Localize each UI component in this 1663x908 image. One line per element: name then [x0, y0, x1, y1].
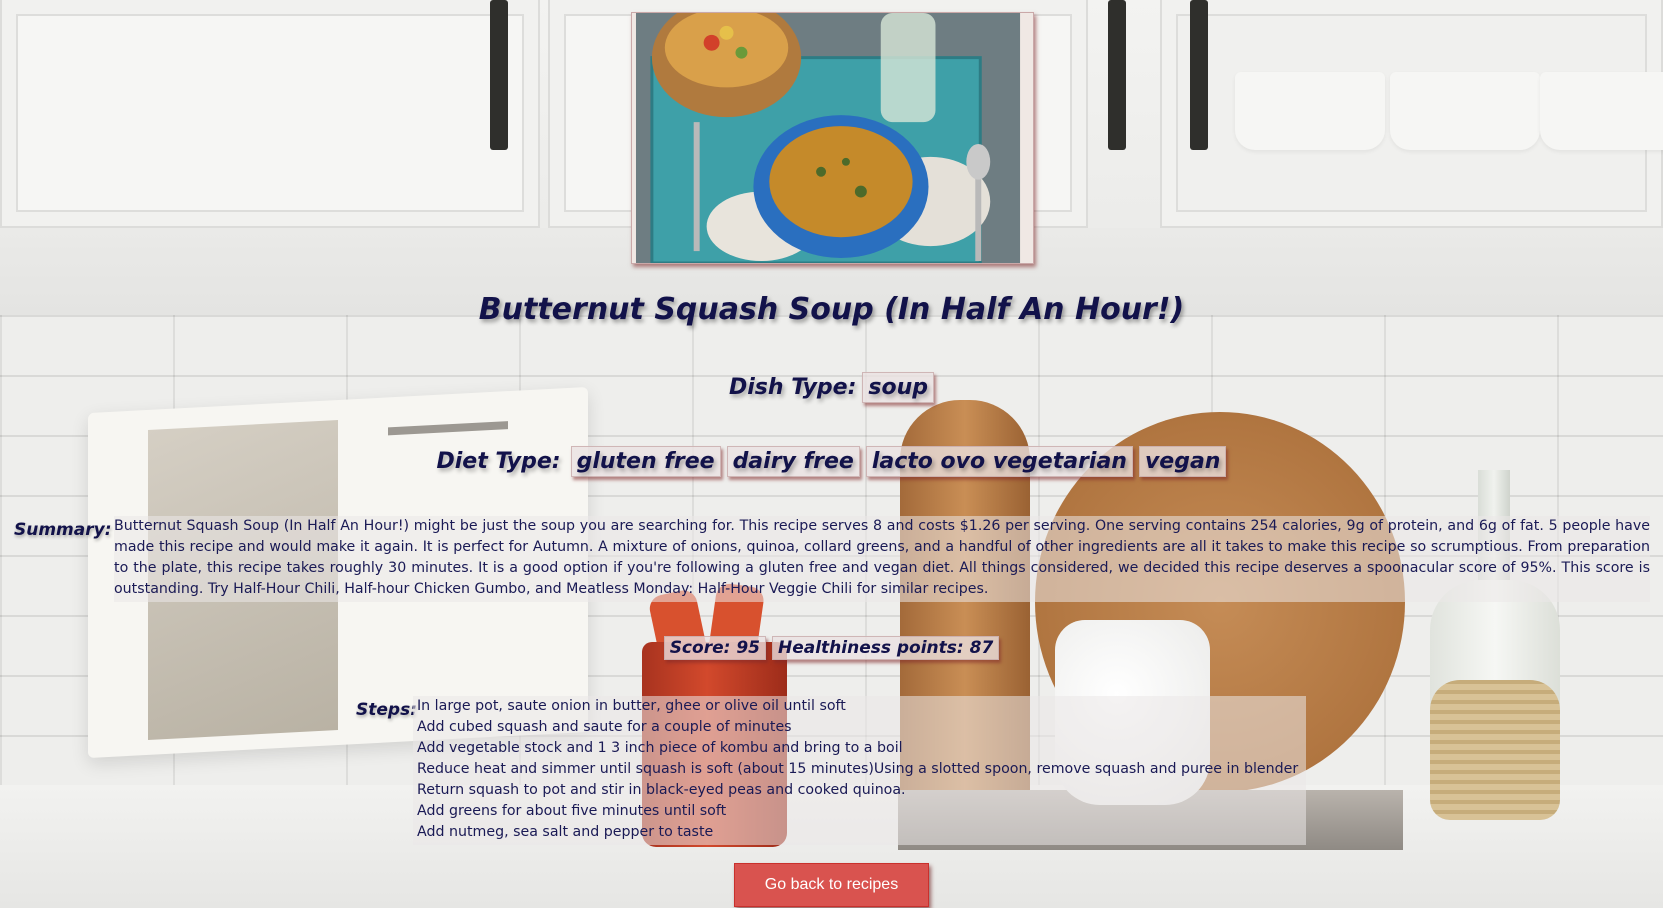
dish-type-label: Dish Type: [728, 375, 857, 400]
soup-photo [632, 13, 1033, 263]
dish-type-tag: soup [862, 372, 935, 403]
step-item: Reduce heat and simmer until squash is s… [417, 761, 1299, 777]
score-badge: Score: 95 [663, 636, 766, 660]
back-to-recipes-button[interactable]: Go back to recipes [734, 863, 929, 907]
recipe-detail: Butternut Squash Soup (In Half An Hour!)… [0, 0, 1663, 908]
diet-type-label: Diet Type: [436, 449, 561, 474]
score-row: Score: 95 Healthiness points: 87 [0, 636, 1663, 660]
steps-list: In large pot, saute onion in butter, ghe… [413, 696, 1306, 845]
diet-type-tag: dairy free [726, 446, 860, 477]
diet-type-tag: gluten free [570, 446, 721, 477]
diet-type-tag: vegan [1138, 446, 1227, 477]
step-item: Add cubed squash and saute for a couple … [417, 719, 792, 735]
recipe-title: Butternut Squash Soup (In Half An Hour!) [478, 292, 1185, 327]
summary-text: Butternut Squash Soup (In Half An Hour!)… [114, 516, 1650, 602]
step-item: Add greens for about five minutes until … [417, 803, 727, 819]
dish-type-row: Dish Type: soup [0, 372, 1663, 403]
step-item: In large pot, saute onion in butter, ghe… [417, 698, 846, 714]
recipe-image [631, 12, 1034, 264]
step-item: Return squash to pot and stir in black-e… [417, 782, 906, 798]
diet-type-row: Diet Type: gluten free dairy free lacto … [0, 446, 1663, 477]
healthiness-badge: Healthiness points: 87 [771, 636, 1000, 660]
diet-type-tag: lacto ovo vegetarian [865, 446, 1133, 477]
step-item: Add vegetable stock and 1 3 inch piece o… [417, 740, 903, 756]
summary-label: Summary: [14, 520, 112, 540]
steps-label: Steps: [356, 700, 417, 720]
step-item: Add nutmeg, sea salt and pepper to taste [417, 824, 714, 840]
